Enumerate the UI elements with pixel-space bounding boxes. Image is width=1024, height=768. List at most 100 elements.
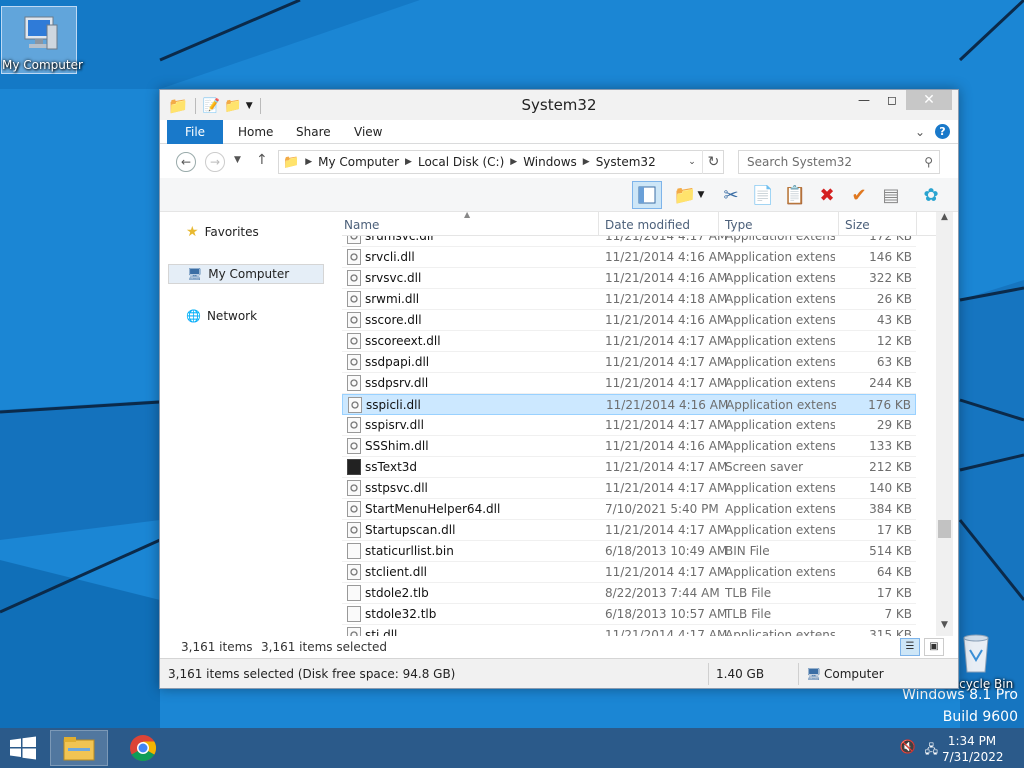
table-row[interactable]: ssdpsrv.dll 11/21/2014 4:17 AM Application…: [342, 373, 916, 394]
details-separator: [798, 663, 799, 685]
table-row[interactable]: srvcli.dll 11/21/2014 4:16 AM Application …: [342, 247, 916, 268]
table-row[interactable]: sspisrv.dll 11/21/2014 4:17 AM Application…: [342, 415, 916, 436]
column-date-modified[interactable]: Date modified: [605, 218, 690, 232]
breadcrumb-my-computer[interactable]: My Computer: [318, 155, 399, 169]
address-bar[interactable]: 📁 ▶ My Computer ▶ Local Disk (C:) ▶ Wind…: [278, 150, 724, 174]
table-row[interactable]: sscoreext.dll 11/21/2014 4:17 AM Applicati…: [342, 331, 916, 352]
table-row[interactable]: sti.dll 11/21/2014 4:17 AM Application ext…: [342, 625, 916, 636]
column-size[interactable]: Size: [845, 218, 870, 232]
table-row[interactable]: SSShim.dll 11/21/2014 4:16 AM Application …: [342, 436, 916, 457]
scroll-down-icon[interactable]: ▼: [936, 620, 953, 636]
table-row[interactable]: srwmi.dll 11/21/2014 4:18 AM Application e…: [342, 289, 916, 310]
file-size: 322 KB: [869, 271, 912, 285]
desktop-icon-my-computer[interactable]: My Computer: [1, 6, 83, 74]
column-divider[interactable]: [838, 212, 839, 236]
up-button[interactable]: ↑: [256, 152, 268, 168]
copy-icon[interactable]: 📄: [748, 181, 778, 209]
dll-file-icon: [347, 312, 361, 328]
tab-file[interactable]: File: [167, 120, 223, 144]
scroll-thumb[interactable]: [938, 520, 951, 538]
preview-pane-icon[interactable]: [632, 181, 662, 209]
table-row[interactable]: staticurllist.bin 6/18/2013 10:49 AM BIN F…: [342, 541, 916, 562]
details-separator: [708, 663, 709, 685]
refresh-icon[interactable]: ↻: [702, 150, 724, 174]
rename-check-icon[interactable]: ✔: [844, 181, 874, 209]
help-icon[interactable]: ?: [935, 124, 950, 139]
column-divider[interactable]: [718, 212, 719, 236]
forward-button[interactable]: →: [205, 152, 225, 172]
dll-file-icon: [347, 480, 361, 496]
nav-my-computer[interactable]: 🖥 My Computer: [168, 264, 324, 284]
breadcrumb-arrow-icon[interactable]: ▶: [305, 157, 312, 167]
file-date-modified: 11/21/2014 4:17 AM: [605, 460, 728, 474]
table-row[interactable]: sscore.dll 11/21/2014 4:16 AM Application …: [342, 310, 916, 331]
breadcrumb-arrow-icon[interactable]: ▶: [583, 157, 590, 167]
computer-icon: [24, 16, 58, 50]
nav-favorites[interactable]: ★ Favorites: [168, 222, 324, 242]
tab-home[interactable]: Home: [238, 120, 273, 144]
large-icons-view-icon[interactable]: ▣: [924, 638, 944, 656]
recent-locations-icon[interactable]: ▼: [234, 155, 241, 165]
table-row[interactable]: srvsvc.dll 11/21/2014 4:16 AM Application …: [342, 268, 916, 289]
table-row[interactable]: ssText3d 11/21/2014 4:17 AM Screen saver 21…: [342, 457, 916, 478]
computer-icon: 🖥: [187, 267, 203, 281]
file-name: srumsvc.dll: [365, 236, 434, 243]
clock[interactable]: 1:34 PM 7/31/2022: [942, 733, 1004, 765]
file-name: SSShim.dll: [365, 439, 429, 453]
address-dropdown-icon[interactable]: ⌄: [682, 150, 702, 174]
dll-file-icon: [347, 375, 361, 391]
table-row[interactable]: ssdpapi.dll 11/21/2014 4:17 AM Application…: [342, 352, 916, 373]
file-date-modified: 11/21/2014 4:17 AM: [605, 565, 728, 579]
file-name: sti.dll: [365, 628, 398, 636]
title-bar[interactable]: 📁 📝 📁 ▼ System32 — ◻ ✕: [160, 90, 958, 120]
table-row[interactable]: sstpsvc.dll 11/21/2014 4:17 AM Application…: [342, 478, 916, 499]
close-button[interactable]: ✕: [906, 90, 952, 110]
folder-options-dropdown-icon[interactable]: ▼: [694, 181, 708, 209]
tab-share[interactable]: Share: [296, 120, 331, 144]
breadcrumb-arrow-icon[interactable]: ▶: [405, 157, 412, 167]
table-row[interactable]: sspicli.dll 11/21/2014 4:16 AM Application…: [342, 394, 916, 415]
folder-icon: 📁: [283, 154, 300, 170]
taskbar-file-explorer[interactable]: [50, 730, 108, 766]
table-row[interactable]: stdole32.tlb 6/18/2013 10:57 AM TLB File 7 …: [342, 604, 916, 625]
breadcrumb-windows[interactable]: Windows: [523, 155, 577, 169]
table-row[interactable]: Startupscan.dll 11/21/2014 4:17 AM Applica…: [342, 520, 916, 541]
tab-view[interactable]: View: [354, 120, 382, 144]
expand-ribbon-icon[interactable]: ⌄: [915, 125, 925, 139]
file-size: 244 KB: [869, 376, 912, 390]
paste-icon[interactable]: 📋: [780, 181, 810, 209]
status-bar: 3,161 items 3,161 items selected ☰ ▣: [160, 636, 958, 658]
nav-network[interactable]: 🌐 Network: [168, 306, 324, 326]
file-name: sspicli.dll: [366, 398, 421, 412]
column-name[interactable]: Name: [344, 218, 379, 232]
column-divider[interactable]: [598, 212, 599, 236]
file-size: 176 KB: [868, 398, 911, 412]
navigation-pane: ★ Favorites 🖥 My Computer 🌐 Network: [160, 212, 332, 632]
delete-icon[interactable]: ✖: [812, 181, 842, 209]
properties-icon[interactable]: ▤: [876, 181, 906, 209]
breadcrumb-system32[interactable]: System32: [596, 155, 656, 169]
search-input[interactable]: Search System32 ⚲: [738, 150, 940, 174]
search-icon[interactable]: ⚲: [924, 151, 933, 173]
shell-icon[interactable]: ✿: [916, 181, 946, 209]
column-type[interactable]: Type: [725, 218, 753, 232]
table-row[interactable]: stclient.dll 11/21/2014 4:17 AM Applicatio…: [342, 562, 916, 583]
back-button[interactable]: ←: [176, 152, 196, 172]
volume-muted-icon[interactable]: 🔇: [900, 740, 916, 755]
start-button[interactable]: [8, 736, 38, 760]
minimize-button[interactable]: —: [850, 90, 878, 110]
column-divider[interactable]: [916, 212, 917, 236]
vertical-scrollbar[interactable]: ▲ ▼: [936, 212, 953, 636]
table-row[interactable]: stdole2.tlb 8/22/2013 7:44 AM TLB File 17 K…: [342, 583, 916, 604]
table-row[interactable]: StartMenuHelper64.dll 7/10/2021 5:40 PM Ap…: [342, 499, 916, 520]
maximize-button[interactable]: ◻: [878, 90, 906, 110]
cut-icon[interactable]: ✂: [716, 181, 746, 209]
breadcrumb-local-disk[interactable]: Local Disk (C:): [418, 155, 504, 169]
table-row[interactable]: srumsvc.dll 11/21/2014 4:17 AM Application…: [342, 236, 916, 247]
breadcrumb-arrow-icon[interactable]: ▶: [510, 157, 517, 167]
network-icon[interactable]: 🖧: [925, 740, 938, 761]
scroll-up-icon[interactable]: ▲: [936, 212, 953, 228]
details-view-icon[interactable]: ☰: [900, 638, 920, 656]
taskbar-chrome[interactable]: [114, 730, 172, 766]
file-date-modified: 11/21/2014 4:17 AM: [605, 334, 728, 348]
